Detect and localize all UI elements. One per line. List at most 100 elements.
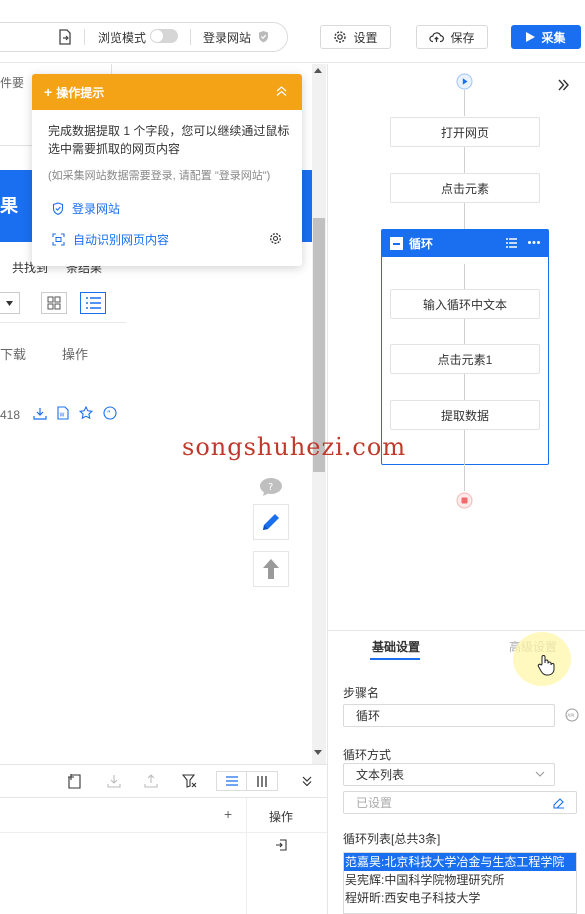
collect-button[interactable]: 采集 xyxy=(511,25,581,49)
gear-icon xyxy=(333,30,347,44)
flow-node-extract-data[interactable]: 提取数据 xyxy=(390,400,540,430)
list-view-button[interactable] xyxy=(80,292,106,314)
flow-connector xyxy=(464,90,465,116)
collapse-minus-icon[interactable] xyxy=(390,237,403,250)
quote-icon[interactable]: ” xyxy=(103,406,117,420)
shield-icon xyxy=(52,202,64,215)
list-item[interactable]: 程妍昕:西安电子科技大学 xyxy=(344,889,576,907)
list-icon[interactable] xyxy=(506,238,517,248)
grid-view-button[interactable] xyxy=(41,292,67,314)
star-icon[interactable] xyxy=(79,406,93,420)
cloud-upload-icon xyxy=(429,31,445,43)
grid-icon xyxy=(47,296,61,310)
view-switch xyxy=(216,771,278,791)
browse-mode-label: 浏览模式 xyxy=(98,31,147,45)
column-header-action: 操作 xyxy=(62,347,89,362)
loop-mode-select[interactable]: 文本列表 xyxy=(343,763,555,786)
settings-button[interactable]: 设置 xyxy=(320,25,391,49)
hint-panel-title: 操作提示 xyxy=(56,85,105,100)
collect-button-label: 采集 xyxy=(541,30,566,45)
loop-text-configured-field[interactable]: 已设置 xyxy=(343,791,577,814)
list-item[interactable]: 范嘉昊:北京科技大学冶金与生态工程学院 xyxy=(344,853,576,871)
hand-cursor-icon xyxy=(537,654,555,676)
caret-down-icon xyxy=(6,300,13,306)
webpage-dropdown[interactable] xyxy=(0,292,20,314)
flow-node-input-loop-text[interactable]: 输入循环中文本 xyxy=(390,289,540,319)
flow-start-icon xyxy=(456,73,473,90)
flow-connector xyxy=(464,319,465,345)
edit-icon[interactable] xyxy=(553,797,565,809)
collapse-chevron-icon[interactable] xyxy=(276,86,287,96)
svg-text:?: ? xyxy=(268,482,273,493)
flow-connector xyxy=(464,466,465,491)
export-icon[interactable] xyxy=(58,29,72,45)
add-column-button[interactable]: + xyxy=(224,806,232,822)
file-icon[interactable]: W xyxy=(57,406,69,420)
svg-text:W: W xyxy=(60,413,65,419)
operation-hint-panel: + 操作提示 完成数据提取 1 个字段，您可以继续通过鼠标选中需要抓取的网页内容… xyxy=(32,74,302,266)
download-icon[interactable] xyxy=(33,407,47,420)
top-toolbar: 浏览模式 登录网站 设置 保存 采集 xyxy=(0,0,585,63)
row-number: 418 xyxy=(0,408,21,422)
hint-note: (如采集网站数据需要登录, 请配置 "登录网站") xyxy=(48,170,271,182)
step-name-input[interactable]: 循环 xyxy=(343,704,555,727)
settings-button-label: 设置 xyxy=(353,30,378,45)
login-site-link[interactable]: 登录网站 xyxy=(52,200,120,217)
webpage-result-text: 果 xyxy=(0,196,18,216)
step-name-value: 循环 xyxy=(356,709,381,723)
scroll-down-arrow[interactable] xyxy=(314,750,322,755)
scan-icon xyxy=(52,233,65,246)
flow-connector xyxy=(464,374,465,400)
flow-connector xyxy=(464,430,465,465)
chat-bubble-icon: ? xyxy=(259,477,283,497)
tab-basic-settings[interactable]: 基础设置 xyxy=(372,638,420,655)
loop-list-label: 循环列表[总共3条] xyxy=(343,832,441,846)
list-item[interactable]: 吴宪辉:中国科学院物理研究所 xyxy=(344,871,576,889)
shield-check-icon xyxy=(258,30,269,43)
scroll-top-button[interactable] xyxy=(253,551,289,587)
svg-text:”: ” xyxy=(107,410,111,419)
more-icon[interactable] xyxy=(528,241,540,244)
filter-icon[interactable] xyxy=(182,774,197,788)
save-button[interactable]: 保存 xyxy=(416,25,488,49)
flow-node-click-element[interactable]: 点击元素 xyxy=(390,173,540,203)
watermark: songshuhezi.com xyxy=(182,433,407,461)
loop-mode-label: 循环方式 xyxy=(343,748,392,762)
scroll-up-arrow[interactable] xyxy=(314,68,322,73)
plus-icon: + xyxy=(44,84,53,100)
active-tab-indicator xyxy=(370,658,420,660)
expand-chevron-icon[interactable] xyxy=(558,79,569,91)
flow-node-click-element-1[interactable]: 点击元素1 xyxy=(390,344,540,374)
api-icon[interactable]: API xyxy=(565,708,579,722)
loop-list[interactable]: 范嘉昊:北京科技大学冶金与生态工程学院 吴宪辉:中国科学院物理研究所 程妍昕:西… xyxy=(343,852,577,914)
webpage-text-fragment: 件要 xyxy=(0,76,25,90)
flow-connector xyxy=(464,147,465,173)
login-site-link-label: 登录网站 xyxy=(72,202,121,216)
loop-header: 循环 xyxy=(382,230,548,257)
data-table-toolbar xyxy=(0,764,327,798)
table-header-action: 操作 xyxy=(269,810,294,824)
feedback-button[interactable]: ? xyxy=(253,469,289,505)
arrow-up-icon xyxy=(262,558,280,580)
upload-icon[interactable] xyxy=(144,774,158,788)
auto-detect-link-label: 自动识别网页内容 xyxy=(73,233,170,247)
column-header-download: 下载 xyxy=(0,347,27,362)
hint-panel-header: + 操作提示 xyxy=(32,74,302,110)
edit-button[interactable] xyxy=(253,504,289,540)
row-action-icon[interactable] xyxy=(275,839,287,851)
column-mode-button[interactable] xyxy=(247,772,277,790)
add-field-icon[interactable] xyxy=(68,774,81,789)
browse-mode-toggle[interactable] xyxy=(150,29,178,43)
data-table: + 操作 xyxy=(0,798,327,914)
loop-mode-value: 文本列表 xyxy=(356,768,405,782)
login-site-label[interactable]: 登录网站 xyxy=(203,29,251,46)
auto-detect-link[interactable]: 自动识别网页内容 xyxy=(52,231,169,248)
gear-icon[interactable] xyxy=(269,232,282,245)
flow-node-open-page[interactable]: 打开网页 xyxy=(390,117,540,147)
step-name-label: 步骤名 xyxy=(343,686,380,700)
list-mode-button[interactable] xyxy=(217,772,247,790)
pencil-icon xyxy=(260,511,282,533)
chevron-down-double-icon[interactable] xyxy=(302,776,312,786)
download-icon[interactable] xyxy=(107,774,121,788)
hint-message: 完成数据提取 1 个字段，您可以继续通过鼠标选中需要抓取的网页内容 xyxy=(48,124,290,156)
